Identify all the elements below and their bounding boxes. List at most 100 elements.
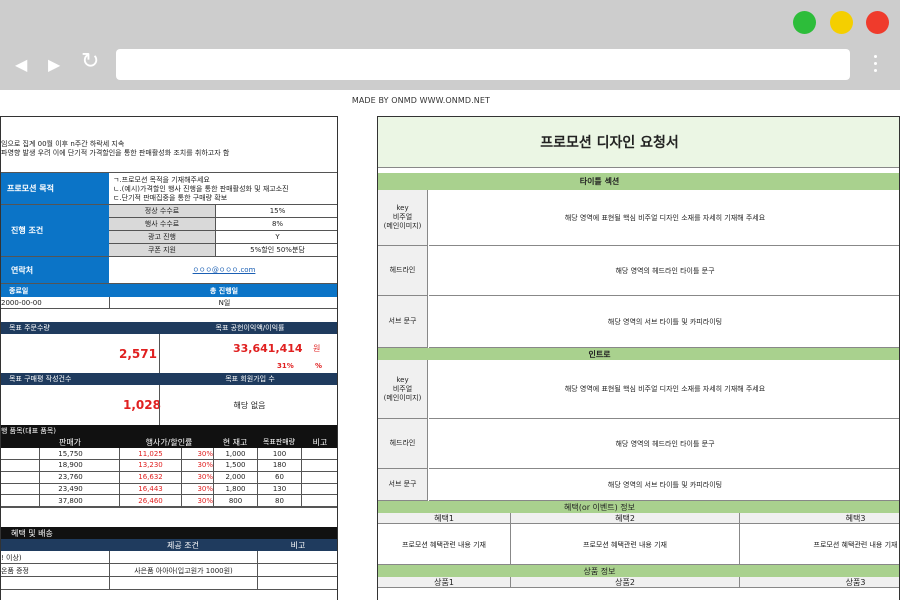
item-cell: 30% <box>181 471 213 483</box>
item-cell: 26,460 <box>119 495 181 507</box>
col-benefit-condition: 제공 조건 <box>167 540 199 550</box>
item-cell <box>301 483 337 495</box>
item-cell: 11,025 <box>119 448 181 459</box>
sub-copy-label: 서브 문구 <box>388 480 417 488</box>
profit-unit: 원 <box>313 343 321 353</box>
row-label-headline: 헤드라인 <box>378 419 428 469</box>
reload-icon[interactable]: ↻ <box>81 50 99 74</box>
section-title: 타이틀 섹션 <box>579 177 620 186</box>
item-cell: 2,000 <box>213 471 257 483</box>
review-value: 1,028 <box>123 398 161 412</box>
end-date-value: 2000-00-00 <box>1 299 42 307</box>
benefit-val: 프로모션 혜택관련 내용 기재 <box>813 540 898 549</box>
key-visual-value: 해당 영역에 표현될 핵심 비주얼 디자인 소재를 자세히 기재해 주세요 <box>429 190 899 246</box>
benefit-condition: 사은품 아아아(입고원가 1000원) <box>109 564 257 577</box>
browser-window: ◀ ▶ ↻ MADE BY ONMD WWW.ONMD.NET 임으로 집계 0… <box>0 0 900 600</box>
benefit-row <box>1 577 337 590</box>
sub-copy-label: 서브 문구 <box>388 317 417 325</box>
row-label-headline: 헤드라인 <box>378 246 428 296</box>
condition-value: 15% <box>215 205 337 218</box>
col-target: 목표판매량 <box>262 438 296 446</box>
condition-value: 8% <box>215 218 337 231</box>
target-header-2: 목표 구매평 작성건수 목표 회원가입 수 <box>1 373 337 385</box>
order-value: 2,571 <box>119 347 157 361</box>
intro-line-1: 임으로 집계 00월 이후 n주간 하락세 지속 <box>1 139 125 148</box>
forward-icon[interactable]: ▶ <box>48 53 60 77</box>
item-cell: 30% <box>181 495 213 507</box>
condition-value: 5%할인 50%분담 <box>215 244 337 256</box>
item-cell: 16,632 <box>119 471 181 483</box>
sub-copy-value: 해당 영역의 서브 타이틀 및 카피라이팅 <box>429 469 899 501</box>
product-section-bar: 상품 정보 <box>378 565 899 577</box>
product-col: 상품3 <box>845 578 866 587</box>
condition-label: 진행 조건 <box>1 205 109 256</box>
item-cell: 37,800 <box>39 495 101 507</box>
benefit-val: 프로모션 혜택관련 내용 기재 <box>378 524 511 565</box>
item-cell: 30% <box>181 448 213 459</box>
benefit-header: 제공 조건 비고 <box>1 539 337 551</box>
benefit-spacer <box>1 507 337 527</box>
item-cell: 1,500 <box>213 459 257 471</box>
item-cell: 80 <box>257 495 301 507</box>
address-bar[interactable] <box>116 49 850 80</box>
item-row: 18,900 13,230 30% 1,500 180 <box>1 459 337 472</box>
contact-label: 연락처 <box>1 257 109 283</box>
maximize-dot[interactable] <box>793 11 816 34</box>
purpose-label: 프로모션 목적 <box>1 173 109 204</box>
target-header-1: 목표 주문수량 목표 공헌이익액/이익률 <box>1 322 337 334</box>
items-header: 판매가 행사가/할인률 현 재고 목표판매량 비고 <box>1 436 337 448</box>
item-cell <box>301 459 337 471</box>
menu-icon[interactable] <box>873 55 879 75</box>
item-row: 15,750 11,025 30% 1,000 100 <box>1 448 337 460</box>
end-date-header: 종료일 총 진행일 <box>1 284 337 297</box>
condition-name: 정상 수수료 <box>109 205 215 218</box>
row-label-sub-copy: 서브 문구 <box>378 296 428 348</box>
item-cell: 1,800 <box>213 483 257 495</box>
product-col: 상품1 <box>378 577 511 588</box>
item-row: 23,490 16,443 30% 1,800 130 <box>1 483 337 496</box>
benefit-section-title: 혜택(or 이벤트) 정보 <box>563 502 636 512</box>
credit-text: MADE BY ONMD WWW.ONMD.NET <box>351 96 490 105</box>
profit-label: 목표 공헌이익액/이익률 <box>215 324 285 332</box>
benefit-title-bar: 혜택 및 배송 <box>1 527 337 539</box>
row-label-key-visual: key 비주얼 (메인이미지) <box>378 190 428 246</box>
item-cell <box>301 471 337 483</box>
back-icon[interactable]: ◀ <box>15 53 27 77</box>
condition-name: 광고 진행 <box>109 231 215 244</box>
profit-value: 33,641,414 <box>233 341 303 355</box>
headline-label: 헤드라인 <box>389 266 416 274</box>
purpose-line-3: ㄷ.단기적 판매집중을 통한 구매량 확보 <box>113 193 228 202</box>
headline-value: 해당 영역의 헤드라인 타이틀 문구 <box>429 419 899 469</box>
target-values-1: 2,571 33,641,414 원 31% % <box>1 334 337 373</box>
contact-email-link[interactable]: ㅇㅇㅇ@ㅇㅇㅇ.com <box>109 257 337 283</box>
items-title-bar: 행 품목(대표 품목) <box>1 425 337 436</box>
item-cell: 100 <box>257 448 301 459</box>
headline-label: 헤드라인 <box>389 439 416 447</box>
col-sale: 행사가/할인률 <box>145 437 193 447</box>
minimize-dot[interactable] <box>830 11 853 34</box>
intro-section-title: 인트로 <box>588 349 611 359</box>
benefit-section-bar: 혜택(or 이벤트) 정보 <box>378 501 899 513</box>
condition-name: 행사 수수료 <box>109 218 215 231</box>
intro-line-2: 파영향 발생 우려 이에 단기적 가격할인을 통한 판매활성화 조치를 취하고자… <box>1 148 230 157</box>
sub-copy-value: 해당 영역의 서브 타이틀 및 카피라이팅 <box>429 296 899 348</box>
item-cell: 30% <box>181 483 213 495</box>
benefit-title: 혜택 및 배송 <box>11 528 53 538</box>
profit-rate-unit: % <box>315 362 323 370</box>
key-visual-label: key 비주얼 (메인이미지) <box>383 375 422 402</box>
member-value: 해당 없음 <box>159 385 337 425</box>
benefit-col: 혜택3 <box>845 514 866 523</box>
col-price: 판매가 <box>58 437 82 447</box>
item-cell: 16,443 <box>119 483 181 495</box>
col-benefit-note: 비고 <box>290 540 306 550</box>
purpose-line-1: ㄱ.프로모션 목적을 기재해주세요 <box>113 175 210 184</box>
benefit-val: 프로모션 혜택관련 내용 기재 <box>511 524 740 565</box>
benefit-row: 온품 증정 사은품 아아아(입고원가 1000원) <box>1 564 337 577</box>
conditions-row: 진행 조건 정상 수수료 15% 행사 수수료 8% 광고 진행 Y 쿠폰 지원… <box>1 205 337 257</box>
browser-chrome: ◀ ▶ ↻ <box>0 0 900 90</box>
row-label-sub-copy: 서브 문구 <box>378 469 428 501</box>
intro-block: 임으로 집계 00월 이후 n주간 하락세 지속 파영향 발생 우려 이에 단기… <box>1 117 337 173</box>
col-stock: 현 재고 <box>222 437 248 447</box>
close-dot[interactable] <box>866 11 889 34</box>
condition-value: Y <box>215 231 337 244</box>
